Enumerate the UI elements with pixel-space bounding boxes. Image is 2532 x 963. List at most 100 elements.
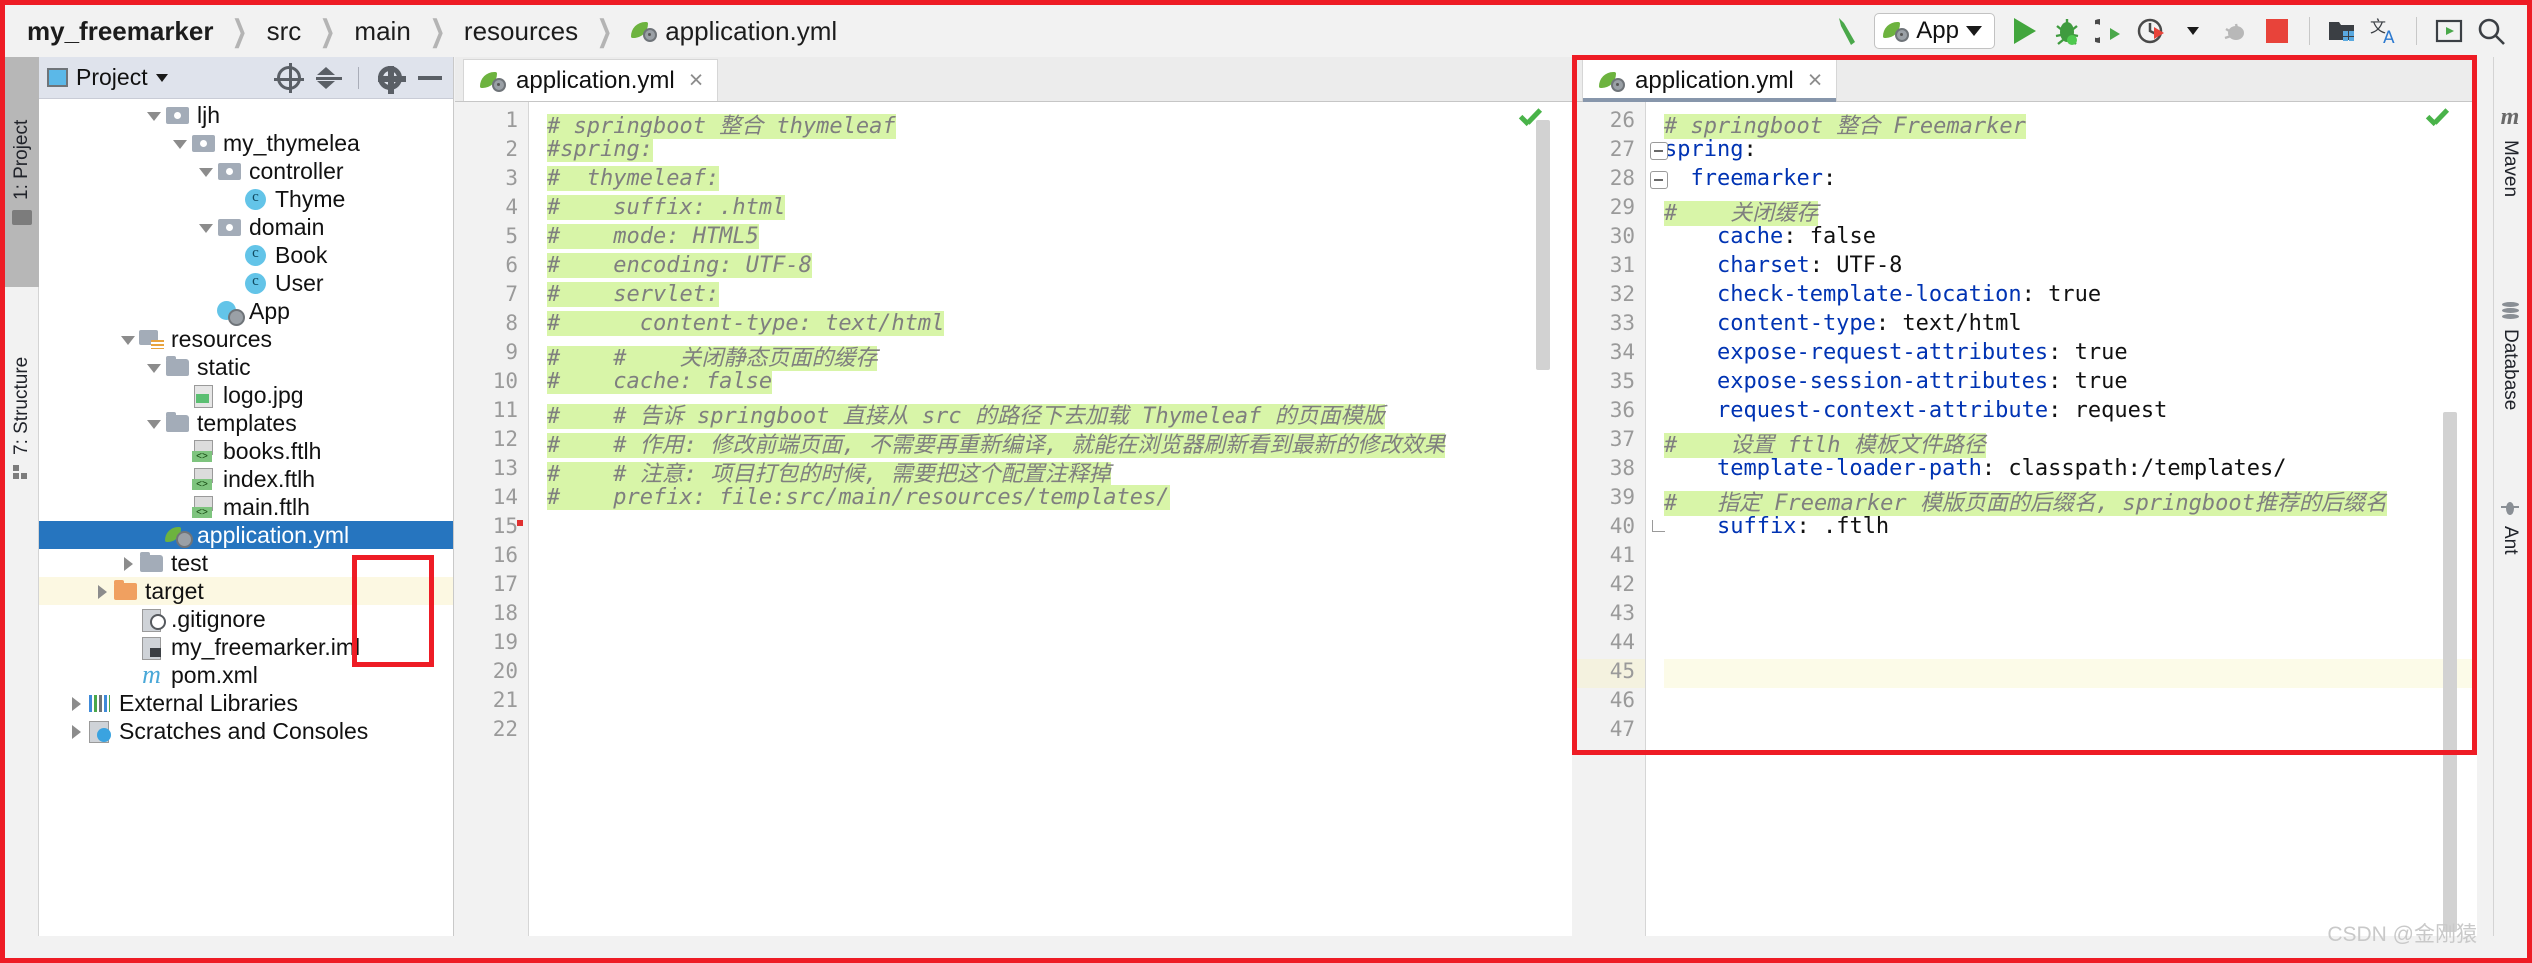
tree-item-ljh[interactable]: ljh	[39, 101, 453, 129]
tree-item-external-libraries[interactable]: External Libraries	[39, 689, 453, 717]
tree-item-my-thymelea[interactable]: my_thymelea	[39, 129, 453, 157]
chevron-right-icon[interactable]	[65, 720, 87, 742]
line-number: 20	[492, 659, 518, 683]
code-line: # content-type: text/html	[547, 311, 945, 340]
chevron-down-icon[interactable]	[2173, 11, 2213, 51]
terminal-button[interactable]	[2429, 11, 2469, 51]
fold-end-icon[interactable]	[1652, 520, 1665, 532]
tab-application-yml-left[interactable]: application.yml ×	[463, 59, 719, 101]
breadcrumb-project[interactable]: my_freemarker	[27, 16, 213, 47]
chevron-down-icon[interactable]	[169, 132, 191, 154]
line-number: 36	[1609, 398, 1635, 422]
code-line: check-template-location: true	[1664, 282, 2101, 311]
fold-collapse-icon[interactable]	[1650, 142, 1668, 160]
tree-item-controller[interactable]: controller	[39, 157, 453, 185]
attach-debugger-button[interactable]	[2215, 11, 2255, 51]
code-line: #spring:	[547, 137, 653, 166]
sidebar-item-database[interactable]: Database	[2493, 249, 2527, 464]
tree-item-book[interactable]: Book	[39, 241, 453, 269]
line-number: 28	[1609, 166, 1635, 190]
scr-icon	[87, 720, 113, 743]
tree-item-my-freemarker-iml[interactable]: my_freemarker.iml	[39, 633, 453, 661]
run-button[interactable]	[2005, 11, 2045, 51]
sidebar-item-project[interactable]: 1: Project	[5, 57, 39, 287]
svg-text:A: A	[2383, 28, 2395, 46]
inspection-ok-icon[interactable]	[2425, 110, 2451, 132]
hide-panel-icon[interactable]	[415, 63, 445, 93]
tree-item-domain[interactable]: domain	[39, 213, 453, 241]
build-hammer-icon[interactable]	[1828, 11, 1868, 51]
tree-item-app[interactable]: App	[39, 297, 453, 326]
editor-right-gutter[interactable]: 26 27 28 29 30 31 32 33 34 35 36 37 38 39 40 41 42 43 44 45…	[1572, 102, 1646, 958]
project-tree[interactable]: ljhmy_thymeleacontrollerThymedomainBookU…	[39, 99, 453, 958]
sidebar-item-ant[interactable]: Ant	[2493, 472, 2527, 582]
run-with-coverage-button[interactable]	[2089, 11, 2129, 51]
chevron-down-icon[interactable]	[195, 160, 217, 182]
fold-collapse-icon[interactable]	[1650, 171, 1668, 189]
line-number: 12	[492, 427, 518, 451]
stop-button[interactable]	[2257, 11, 2297, 51]
editor-left-gutter[interactable]: 1 2 3 4 5 6 7 8 9 10 11 12 13 14 15 16 17 18 19 20 21 22	[455, 102, 529, 958]
line-number: 4	[505, 195, 518, 219]
chevron-down-icon[interactable]	[195, 216, 217, 238]
tree-item-static[interactable]: static	[39, 353, 453, 381]
yaml-key: content-type	[1664, 311, 1876, 336]
tree-item-user[interactable]: User	[39, 269, 453, 297]
tree-item-main-ftlh[interactable]: main.ftlh	[39, 493, 453, 521]
tree-item-label: .gitignore	[171, 605, 266, 632]
chevron-down-icon[interactable]	[143, 104, 165, 126]
tree-item-logo-jpg[interactable]: logo.jpg	[39, 381, 453, 409]
tab-application-yml-right[interactable]: application.yml ×	[1582, 59, 1838, 102]
editor-left-code[interactable]: # springboot 整合 thymeleaf #spring: # thyme…	[547, 102, 1572, 958]
breadcrumb: my_freemarker ❯ src ❯ main ❯ resources ❯…	[5, 5, 837, 57]
gear-icon[interactable]	[375, 63, 406, 94]
tree-item-resources[interactable]: resources	[39, 325, 453, 353]
translate-button[interactable]: 文 A	[2364, 11, 2404, 51]
editor-left[interactable]: 1 2 3 4 5 6 7 8 9 10 11 12 13 14 15 16 17 18 19 20 21 22 # sp…	[455, 102, 1572, 958]
editor-right-code[interactable]: # springboot 整合 Freemarker spring: freema…	[1664, 102, 2477, 958]
tree-item-target[interactable]: target	[39, 577, 453, 605]
chevron-down-icon[interactable]	[155, 73, 168, 82]
chevron-right-icon[interactable]	[65, 692, 87, 714]
yaml-separator: :	[2021, 282, 2049, 307]
tree-item-index-ftlh[interactable]: index.ftlh	[39, 465, 453, 493]
chevron-down-icon[interactable]	[143, 356, 165, 378]
tree-item-thyme[interactable]: Thyme	[39, 185, 453, 213]
tree-item-test[interactable]: test	[39, 549, 453, 577]
tree-item-gitignore[interactable]: .gitignore	[39, 605, 453, 633]
code-line: # springboot 整合 thymeleaf	[547, 108, 896, 139]
tree-item-pom-xml[interactable]: pom.xml	[39, 660, 453, 690]
chevron-right-icon[interactable]	[117, 552, 139, 574]
run-configuration-selector[interactable]: App	[1874, 13, 1995, 49]
breadcrumb-file[interactable]: application.yml	[631, 16, 837, 47]
editor-right-scrollbar[interactable]	[2443, 412, 2457, 932]
folder-icon	[12, 209, 32, 225]
code-text: # mode: HTML5	[547, 224, 759, 249]
profiler-button[interactable]	[2131, 11, 2171, 51]
chevron-down-icon[interactable]	[117, 328, 139, 350]
collapse-all-icon[interactable]	[314, 63, 344, 93]
chevron-right-icon[interactable]	[91, 580, 113, 602]
sidebar-item-maven[interactable]: m Maven	[2493, 61, 2527, 241]
breadcrumb-main[interactable]: main	[354, 16, 410, 47]
tree-item-scratches-and-consoles[interactable]: Scratches and Consoles	[39, 717, 453, 745]
line-number: 31	[1609, 253, 1635, 277]
search-everywhere-button[interactable]	[2471, 11, 2511, 51]
editor-left-scrollbar[interactable]	[1536, 120, 1550, 370]
chevron-down-icon[interactable]	[143, 412, 165, 434]
close-icon[interactable]: ×	[689, 68, 704, 93]
tree-item-templates[interactable]: templates	[39, 409, 453, 437]
locate-file-icon[interactable]	[274, 62, 304, 93]
tree-item-label: App	[249, 297, 290, 324]
breadcrumb-resources[interactable]: resources	[464, 16, 578, 47]
close-icon[interactable]: ×	[1808, 68, 1823, 93]
editor-right[interactable]: 26 27 28 29 30 31 32 33 34 35 36 37 38 39 40 41 42 43 44 45…	[1572, 102, 2477, 958]
breadcrumb-src[interactable]: src	[267, 16, 302, 47]
debug-button[interactable]	[2047, 11, 2087, 51]
sidebar-item-structure[interactable]: 7: Structure	[5, 293, 39, 543]
status-bar: CSDN @金刚猿	[5, 923, 2527, 958]
tree-item-books-ftlh[interactable]: books.ftlh	[39, 437, 453, 465]
cls-icon	[243, 272, 269, 294]
tree-item-application-yml[interactable]: application.yml	[39, 521, 453, 549]
project-structure-button[interactable]	[2322, 11, 2362, 51]
